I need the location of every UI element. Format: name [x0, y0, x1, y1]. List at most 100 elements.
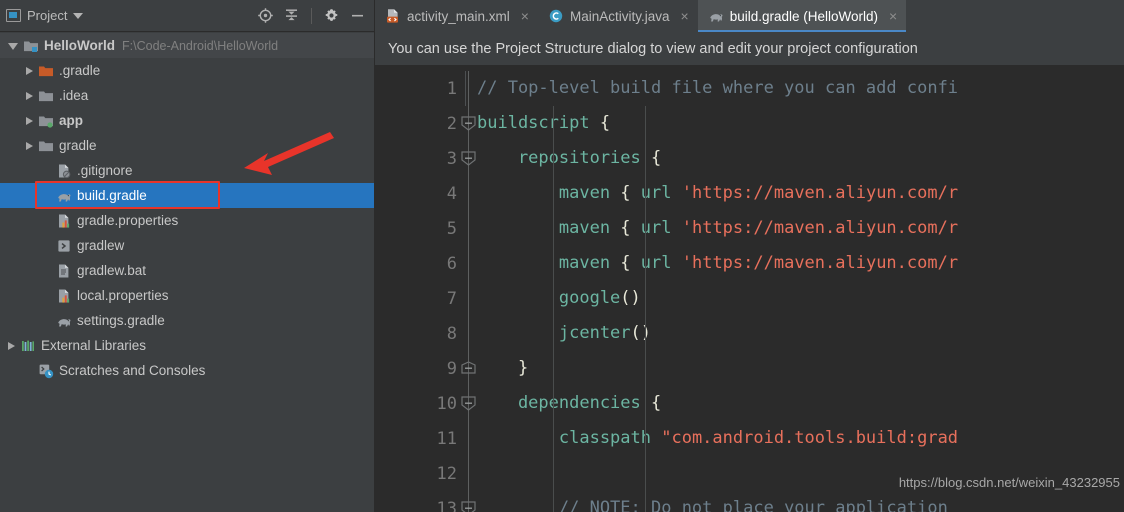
collapse-all-icon[interactable]	[283, 7, 300, 24]
code-line[interactable]: maven { url 'https://maven.aliyun.com/r	[465, 176, 1124, 211]
tree-item-label: gradle.properties	[77, 213, 179, 228]
chevron-right-icon[interactable]	[26, 66, 33, 75]
code-token: dependencies	[477, 393, 651, 413]
code-line[interactable]: jcenter()	[465, 316, 1124, 351]
tree-item[interactable]: gradlew.bat	[0, 258, 374, 283]
tree-item[interactable]: settings.gradle	[0, 308, 374, 333]
project-toolbar: Project	[0, 0, 374, 32]
line-number: 7	[446, 288, 457, 309]
editor-tabbar: activity_main.xml × MainActivity.java × buil…	[375, 0, 1124, 32]
code-token: // Top-level build file where you can ad…	[477, 78, 959, 98]
module-folder-green-icon	[39, 116, 53, 128]
tree-item[interactable]: gradlew	[0, 233, 374, 258]
indent-guide	[645, 106, 646, 512]
code-token: ()	[630, 323, 652, 343]
locate-target-icon[interactable]	[257, 7, 274, 24]
code-token: {	[599, 113, 611, 133]
indent-guide	[553, 106, 554, 512]
close-icon[interactable]: ×	[681, 9, 689, 23]
code-line[interactable]: maven { url 'https://maven.aliyun.com/r	[465, 211, 1124, 246]
code-line[interactable]: buildscript {	[465, 106, 1124, 141]
code-token: 'https://maven.aliyun.com/r	[681, 183, 959, 203]
close-icon[interactable]: ×	[889, 9, 897, 23]
code-line[interactable]: repositories {	[465, 141, 1124, 176]
tree-item-selected[interactable]: build.gradle	[0, 183, 374, 208]
code-line[interactable]: google()	[465, 281, 1124, 316]
code-line[interactable]: // Top-level build file where you can ad…	[465, 71, 1124, 106]
tree-item[interactable]: External Libraries	[0, 333, 374, 358]
tree-item-path: F:\Code-Android\HelloWorld	[122, 38, 279, 53]
chevron-right-icon[interactable]	[26, 141, 33, 150]
tree-item[interactable]: gradle	[0, 133, 374, 158]
tree-item-label: .gitignore	[77, 163, 133, 178]
editor-tab[interactable]: build.gradle (HelloWorld) ×	[697, 0, 907, 32]
script-file-icon	[58, 239, 70, 252]
folder-orange-icon	[39, 66, 53, 76]
gradle-file-icon	[709, 14, 723, 22]
gradle-file-icon	[58, 318, 71, 326]
gear-icon[interactable]	[323, 7, 340, 24]
xml-file-icon	[387, 9, 398, 23]
code-token: maven	[477, 183, 621, 203]
minimize-icon[interactable]	[349, 7, 366, 24]
toolbar-divider	[311, 7, 312, 24]
tree-item[interactable]: app	[0, 108, 374, 133]
code-area[interactable]: 1 2 3 4 5 6 7 8 9 10 11 12 13 // Top-level build fil…	[375, 66, 1124, 512]
tree-item[interactable]: local.properties	[0, 283, 374, 308]
code-line[interactable]: dependencies {	[465, 386, 1124, 421]
code-token: 'https://maven.aliyun.com/r	[681, 253, 959, 273]
tree-item[interactable]: .idea	[0, 83, 374, 108]
code-token: url	[640, 253, 682, 273]
code-token: {	[620, 183, 641, 203]
text-file-icon	[59, 264, 69, 277]
code-token: // NOTE: Do not place your application	[477, 498, 948, 512]
tree-item-label: local.properties	[77, 288, 169, 303]
properties-file-icon	[59, 214, 70, 228]
code-content[interactable]: // Top-level build file where you can ad…	[465, 66, 1124, 512]
tree-item[interactable]: .gradle	[0, 58, 374, 83]
project-tree[interactable]: HelloWorld F:\Code-Android\HelloWorld .gra…	[0, 32, 374, 512]
chevron-right-icon[interactable]	[26, 91, 33, 100]
code-line[interactable]: classpath "com.android.tools.build:grad	[465, 421, 1124, 456]
chevron-right-icon[interactable]	[26, 116, 33, 125]
gradle-file-icon	[58, 193, 71, 201]
code-line[interactable]: // NOTE: Do not place your application	[465, 491, 1124, 512]
code-line[interactable]: maven { url 'https://maven.aliyun.com/r	[465, 246, 1124, 281]
close-icon[interactable]: ×	[521, 9, 529, 23]
code-token: {	[651, 393, 662, 413]
tree-item-label: gradlew.bat	[77, 263, 147, 278]
tree-item[interactable]: gradle.properties	[0, 208, 374, 233]
tree-item-label: gradle	[59, 138, 97, 153]
line-number: 9	[446, 358, 457, 379]
chevron-down-icon[interactable]	[8, 43, 18, 50]
code-line[interactable]	[465, 456, 1124, 491]
chevron-down-icon[interactable]	[73, 12, 84, 19]
tree-item[interactable]: .gitignore	[0, 158, 374, 183]
code-token: google	[477, 288, 621, 308]
code-line[interactable]: }	[465, 351, 1124, 386]
line-number: 6	[446, 253, 457, 274]
editor-tab[interactable]: MainActivity.java ×	[538, 0, 698, 32]
external-libraries-icon	[22, 340, 34, 351]
tree-item-label: HelloWorld	[44, 38, 116, 53]
chevron-right-icon[interactable]	[8, 341, 15, 350]
line-number: 8	[446, 323, 457, 344]
project-panel-title[interactable]: Project	[6, 8, 84, 23]
code-token: {	[620, 253, 641, 273]
caret-line-marker	[465, 71, 466, 106]
tree-item[interactable]: Scratches and Consoles	[0, 358, 374, 383]
project-structure-notice: You can use the Project Structure dialog…	[375, 32, 1124, 66]
line-number: 5	[446, 218, 457, 239]
editor-gutter[interactable]: 1 2 3 4 5 6 7 8 9 10 11 12 13	[375, 66, 476, 512]
tree-item-label: app	[59, 113, 84, 128]
editor-tab-label: activity_main.xml	[407, 8, 510, 24]
code-token: 'https://maven.aliyun.com/r	[681, 218, 959, 238]
tree-item[interactable]: HelloWorld F:\Code-Android\HelloWorld	[0, 33, 374, 58]
code-token: maven	[477, 218, 621, 238]
code-token: url	[640, 218, 682, 238]
tree-item-label: build.gradle	[77, 188, 147, 203]
code-token: repositories	[477, 148, 651, 168]
editor-tab[interactable]: activity_main.xml ×	[375, 0, 538, 32]
project-sidebar: Project HelloWorld F:\Code-Android\Hello…	[0, 0, 375, 512]
code-token: ()	[620, 288, 641, 308]
